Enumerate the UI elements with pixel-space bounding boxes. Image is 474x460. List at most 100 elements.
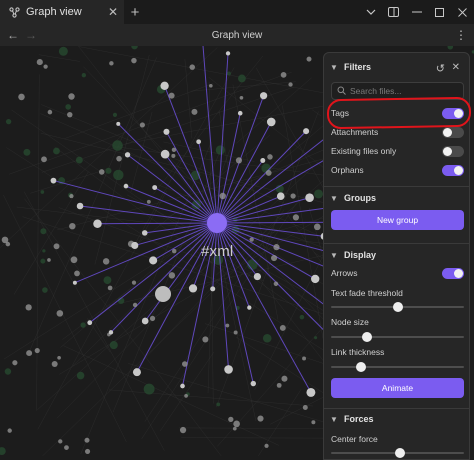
tab-graph-view[interactable]: Graph view ✕: [0, 0, 124, 24]
graph-node[interactable]: [131, 280, 137, 285]
graph-node[interactable]: [152, 185, 158, 190]
graph-node[interactable]: [160, 81, 169, 90]
center-force-slider[interactable]: [331, 447, 464, 459]
graph-node[interactable]: [260, 158, 266, 163]
sidebar-icon[interactable]: [382, 0, 405, 24]
graph-node[interactable]: [271, 254, 278, 262]
graph-node[interactable]: [249, 237, 254, 242]
new-group-button[interactable]: New group: [331, 210, 464, 230]
close-icon[interactable]: ✕: [452, 62, 460, 73]
reset-icon[interactable]: ↺: [436, 62, 445, 75]
graph-node[interactable]: [98, 169, 105, 175]
graph-node[interactable]: [180, 383, 185, 389]
forces-section-header[interactable]: ▼ Forces: [324, 410, 469, 428]
graph-node[interactable]: [41, 156, 47, 163]
close-tab-icon[interactable]: ✕: [108, 5, 118, 19]
graph-node[interactable]: [196, 139, 201, 145]
graph-node[interactable]: [84, 448, 91, 454]
graph-node[interactable]: [181, 361, 188, 367]
graph-node[interactable]: [132, 368, 141, 377]
graph-node[interactable]: [247, 305, 252, 310]
graph-node[interactable]: [210, 286, 216, 292]
graph-node[interactable]: [43, 64, 48, 69]
existing-files-toggle[interactable]: [442, 145, 464, 157]
graph-node[interactable]: [305, 193, 314, 203]
graph-node[interactable]: [108, 330, 114, 335]
graph-node[interactable]: [179, 426, 187, 434]
groups-section-header[interactable]: ▼ Groups: [324, 189, 469, 207]
more-options-icon[interactable]: ⋮: [454, 27, 468, 43]
graph-node-large[interactable]: [155, 286, 171, 302]
graph-node[interactable]: [70, 256, 78, 264]
graph-node[interactable]: [273, 244, 280, 251]
graph-node[interactable]: [266, 117, 276, 127]
graph-node[interactable]: [171, 248, 177, 254]
graph-node[interactable]: [69, 222, 76, 230]
graph-node[interactable]: [139, 122, 145, 128]
slider-thumb[interactable]: [395, 448, 405, 458]
graph-node[interactable]: [107, 285, 113, 291]
graph-node[interactable]: [47, 258, 51, 262]
graph-node[interactable]: [123, 183, 129, 189]
graph-node[interactable]: [311, 274, 320, 284]
graph-node[interactable]: [313, 223, 321, 231]
graph-node[interactable]: [69, 193, 74, 199]
graph-node[interactable]: [131, 241, 139, 249]
graph-node[interactable]: [264, 443, 269, 448]
filters-section-header[interactable]: ▼ Filters: [324, 58, 469, 76]
close-window-icon[interactable]: [451, 0, 474, 24]
graph-node[interactable]: [228, 416, 234, 423]
graph-node[interactable]: [132, 302, 138, 308]
chevron-down-icon[interactable]: [359, 0, 382, 24]
graph-node[interactable]: [311, 420, 316, 425]
graph-node[interactable]: [7, 428, 12, 433]
text-fade-slider[interactable]: [331, 301, 464, 313]
graph-node[interactable]: [47, 109, 53, 115]
graph-node[interactable]: [163, 128, 170, 135]
graph-node[interactable]: [306, 56, 312, 62]
graph-node[interactable]: [281, 375, 288, 382]
graph-node[interactable]: [306, 387, 316, 397]
new-tab-button[interactable]: +: [124, 0, 146, 24]
maximize-icon[interactable]: [428, 0, 451, 24]
graph-node[interactable]: [233, 330, 238, 335]
graph-node[interactable]: [288, 82, 293, 87]
graph-node[interactable]: [280, 71, 287, 78]
graph-node[interactable]: [149, 256, 158, 265]
back-arrow-icon[interactable]: ←: [4, 24, 22, 46]
node-size-slider[interactable]: [331, 331, 464, 343]
link-thickness-slider[interactable]: [331, 361, 464, 373]
graph-node[interactable]: [56, 310, 64, 317]
graph-node[interactable]: [239, 95, 244, 100]
graph-node[interactable]: [209, 83, 213, 88]
graph-node[interactable]: [267, 154, 273, 160]
graph-node[interactable]: [168, 272, 176, 279]
orphans-toggle[interactable]: [442, 164, 464, 176]
graph-node[interactable]: [253, 273, 261, 281]
graph-node[interactable]: [171, 147, 177, 153]
graph-node[interactable]: [279, 324, 286, 331]
graph-node[interactable]: [84, 437, 90, 443]
graph-node[interactable]: [18, 93, 25, 101]
graph-node[interactable]: [25, 304, 32, 311]
center-tag-node[interactable]: [207, 213, 227, 233]
graph-node[interactable]: [131, 57, 137, 64]
graph-node[interactable]: [36, 59, 43, 66]
graph-node[interactable]: [12, 360, 18, 366]
graph-node[interactable]: [34, 347, 40, 354]
graph-node[interactable]: [191, 108, 198, 115]
graph-node[interactable]: [292, 214, 300, 221]
graph-node[interactable]: [233, 420, 240, 428]
graph-node[interactable]: [76, 202, 84, 210]
graph-node[interactable]: [160, 149, 170, 159]
minimize-icon[interactable]: [405, 0, 428, 24]
graph-node[interactable]: [124, 152, 131, 158]
graph-node[interactable]: [116, 155, 122, 162]
graph-node[interactable]: [273, 281, 279, 287]
graph-node[interactable]: [189, 64, 196, 70]
graph-node[interactable]: [141, 317, 149, 325]
graph-node[interactable]: [67, 111, 73, 118]
graph-node[interactable]: [232, 426, 237, 431]
slider-thumb[interactable]: [356, 362, 366, 372]
forward-arrow-icon[interactable]: →: [22, 24, 40, 46]
